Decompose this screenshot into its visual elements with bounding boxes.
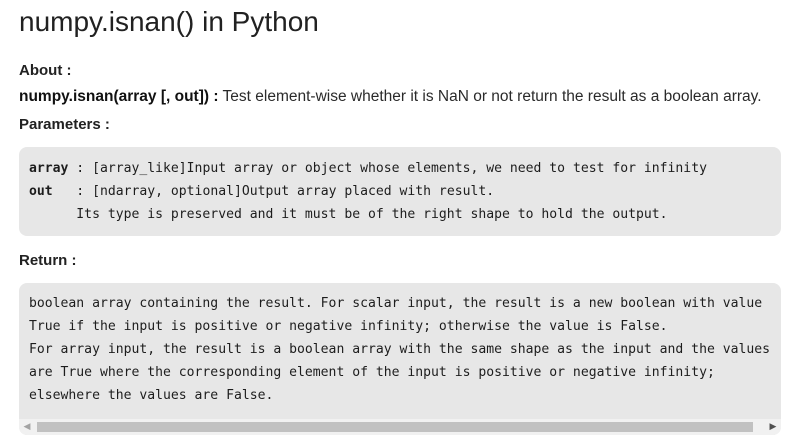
- param-text: Its type is preserved and it must be of …: [29, 207, 668, 222]
- return-label: Return :: [19, 252, 77, 269]
- function-signature: numpy.isnan(array [, out]) :: [19, 88, 219, 105]
- parameters-code-block: array : [array_like]Input array or objec…: [19, 147, 781, 236]
- triangle-left-icon[interactable]: ◀: [19, 419, 35, 435]
- param-name: array: [29, 161, 69, 176]
- return-line: elsewhere the values are False.: [29, 388, 274, 403]
- param-name: out: [29, 184, 53, 199]
- return-line: are True where the corresponding element…: [29, 365, 715, 380]
- horizontal-scrollbar[interactable]: ◀ ▶: [19, 419, 781, 435]
- param-text: [array_like]Input array or object whose …: [92, 161, 707, 176]
- return-line: boolean array containing the result. For…: [29, 296, 763, 311]
- return-line: For array input, the result is a boolean…: [29, 342, 771, 357]
- param-line-continuation: Its type is preserved and it must be of …: [29, 203, 668, 226]
- scrollbar-thumb[interactable]: [37, 422, 753, 432]
- param-text: [ndarray, optional]Output array placed w…: [92, 184, 495, 199]
- param-separator: :: [68, 161, 93, 176]
- param-line-array: array : [array_like]Input array or objec…: [29, 157, 707, 180]
- return-line: True if the input is positive or negativ…: [29, 319, 668, 334]
- description-text: Test element-wise whether it is NaN or n…: [218, 88, 762, 105]
- page-title: numpy.isnan() in Python: [19, 6, 319, 37]
- param-line-out: out : [ndarray, optional]Output array pl…: [29, 180, 494, 203]
- parameters-label: Parameters :: [19, 116, 110, 133]
- about-label: About :: [19, 62, 72, 79]
- return-code-block[interactable]: boolean array containing the result. For…: [19, 283, 781, 435]
- about-description: numpy.isnan(array [, out]) : Test elemen…: [19, 88, 762, 106]
- param-separator: :: [52, 184, 93, 199]
- triangle-right-icon[interactable]: ▶: [765, 419, 781, 435]
